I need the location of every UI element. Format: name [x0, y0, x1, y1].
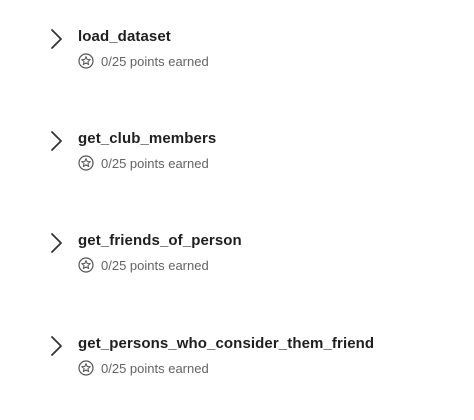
task-item: get_club_members 0/25 points earned	[0, 124, 474, 184]
chevron-right-icon[interactable]	[48, 28, 66, 50]
points-earned-text: 0/25 points earned	[101, 360, 209, 376]
task-title[interactable]: get_persons_who_consider_them_friend	[78, 335, 374, 352]
star-badge-icon	[78, 53, 94, 69]
points-earned-text: 0/25 points earned	[101, 155, 209, 171]
task-item: get_friends_of_person 0/25 points earned	[0, 226, 474, 286]
chevron-right-icon[interactable]	[48, 130, 66, 152]
points-earned-text: 0/25 points earned	[101, 257, 209, 273]
points-status: 0/25 points earned	[78, 52, 209, 70]
task-title[interactable]: get_club_members	[78, 130, 216, 147]
chevron-right-icon[interactable]	[48, 335, 66, 357]
points-status: 0/25 points earned	[78, 359, 209, 377]
points-status: 0/25 points earned	[78, 154, 209, 172]
chevron-right-icon[interactable]	[48, 232, 66, 254]
points-status: 0/25 points earned	[78, 256, 209, 274]
star-badge-icon	[78, 360, 94, 376]
star-badge-icon	[78, 257, 94, 273]
task-item: load_dataset 0/25 points earned	[0, 22, 474, 82]
task-title[interactable]: load_dataset	[78, 28, 171, 45]
task-title[interactable]: get_friends_of_person	[78, 232, 242, 249]
star-badge-icon	[78, 155, 94, 171]
points-earned-text: 0/25 points earned	[101, 53, 209, 69]
task-item: get_persons_who_consider_them_friend 0/2…	[0, 329, 474, 389]
